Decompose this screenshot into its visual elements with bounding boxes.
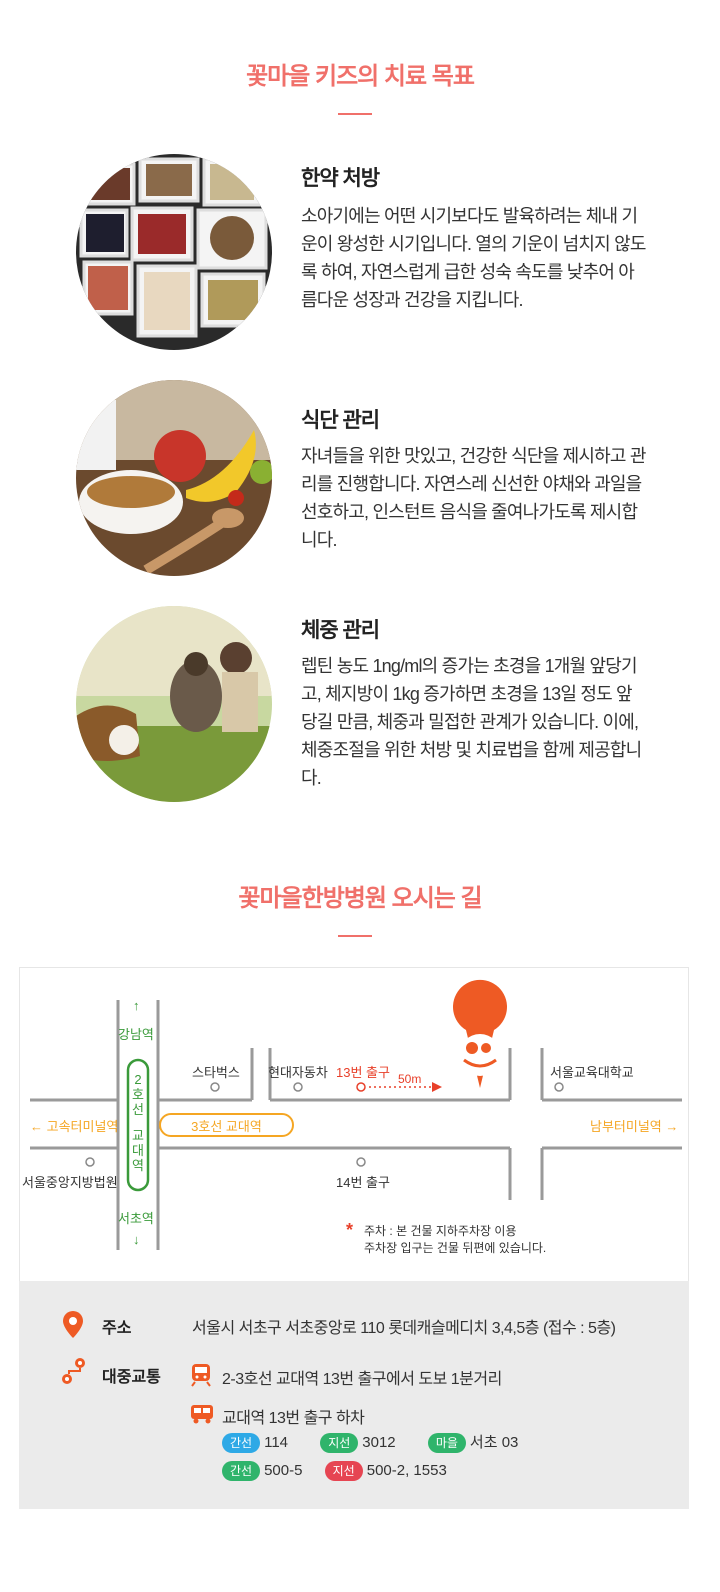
distance-label: 50m (398, 1072, 422, 1086)
route-icon (62, 1358, 85, 1384)
address-label: 주소 (102, 1320, 132, 1337)
court-label: 서울중앙지방법원 (22, 1175, 118, 1190)
bus-icon (191, 1405, 213, 1424)
bus-row-2: 간선 500-5 지선 500-2, 1553 (222, 1461, 465, 1481)
nambu-terminal-label: 남부터미널역 → (590, 1119, 679, 1134)
parking-asterisk: * (346, 1220, 354, 1240)
location-pin-icon (63, 1311, 83, 1338)
university-label: 서울교육대학교 (550, 1065, 634, 1080)
gangnam-station-label: 강남역 (118, 1027, 154, 1042)
bus-number: 500-2, 1553 (366, 1461, 447, 1479)
family-outdoor-image (76, 606, 272, 802)
seocho-down-arrow: ↓ (133, 1232, 140, 1247)
bus-number: 서초 03 (469, 1434, 519, 1451)
seocho-station-label: 서초역 (118, 1211, 154, 1226)
goal-title: 한약 처방 (301, 167, 380, 190)
hospital-pin-icon (453, 979, 507, 1088)
parking-note-2: 주차장 입구는 건물 뒤편에 있습니다. (364, 1241, 547, 1255)
exit13-label: 13번 출구 (336, 1065, 390, 1080)
subway-directions: 2-3호선 교대역 13번 출구에서 도보 1분거리 (222, 1371, 502, 1388)
bus-type-badge: 지선 (324, 1461, 363, 1481)
parking-note-1: 주차 : 본 건물 지하주차장 이용 (364, 1224, 517, 1238)
goal-title: 식단 관리 (301, 409, 380, 432)
bus-type-badge: 마을 (427, 1433, 466, 1454)
herbal-medicine-image (76, 154, 272, 350)
bus-type-badge: 지선 (320, 1433, 359, 1454)
goal-description: 소아기에는 어떤 시기보다도 발육하려는 체내 기운이 왕성한 시기입니다. 열… (301, 206, 646, 310)
goal-description: 렙틴 농도 1ng/ml의 증가는 초경을 1개월 앞당기고, 체지방이 1kg… (301, 656, 642, 788)
info-panel: 주소 서울시 서초구 서초중앙로 110 롯데캐슬메디치 3,4,5층 (접수 … (19, 1281, 689, 1509)
title-divider (338, 935, 372, 937)
bus-type-badge: 간선 (222, 1461, 261, 1481)
goal-title: 체중 관리 (301, 619, 380, 642)
bus-number: 114 (264, 1434, 289, 1451)
location-map: ↑ 강남역 2호선 교대역 서초역 ↓ 스타벅스 현대자동차 13번 출구 50… (19, 967, 689, 1282)
bus-row-1: 간선 114 지선 3012 마을 서초 03 (222, 1431, 536, 1454)
express-terminal-label: ← 고속터미널역 (30, 1119, 119, 1134)
goal-item-diet: 식단 관리 자녀들을 위한 맛있고, 건강한 식단을 제시하고 관리를 진행합니… (76, 380, 676, 580)
exit14-label: 14번 출구 (336, 1175, 390, 1190)
address-value: 서울시 서초구 서초중앙로 110 롯데캐슬메디치 3,4,5층 (접수 : 5… (192, 1320, 616, 1337)
section-title-directions: 꽃마을한방병원 오시는 길 (238, 885, 482, 912)
starbucks-label: 스타벅스 (192, 1065, 240, 1080)
bus-directions: 교대역 13번 출구 하차 (222, 1410, 365, 1427)
gangnam-up-arrow: ↑ (133, 998, 140, 1013)
goal-item-weight: 체중 관리 렙틴 농도 1ng/ml의 증가는 초경을 1개월 앞당기고, 체지… (76, 606, 676, 806)
title-divider (338, 113, 372, 115)
bus-number: 500-5 (264, 1461, 303, 1479)
bus-number: 3012 (362, 1434, 396, 1451)
section-title-goals: 꽃마을 키즈의 치료 목표 (246, 63, 475, 90)
line3-label: 3호선 교대역 (191, 1119, 262, 1134)
diet-food-image (76, 380, 272, 576)
line2-label: 2호선 (132, 1072, 144, 1117)
hyundai-label: 현대자동차 (268, 1065, 328, 1080)
bus-type-badge: 간선 (222, 1433, 261, 1454)
transit-label: 대중교통 (102, 1369, 161, 1386)
subway-icon (191, 1364, 211, 1387)
goal-description: 자녀들을 위한 맛있고, 건강한 식단을 제시하고 관리를 진행합니다. 자연스… (301, 446, 646, 550)
goal-item-herbal: 한약 처방 소아기에는 어떤 시기보다도 발육하려는 체내 기운이 왕성한 시기… (76, 154, 676, 354)
gyodae-vertical-label: 교대역 (132, 1128, 144, 1173)
